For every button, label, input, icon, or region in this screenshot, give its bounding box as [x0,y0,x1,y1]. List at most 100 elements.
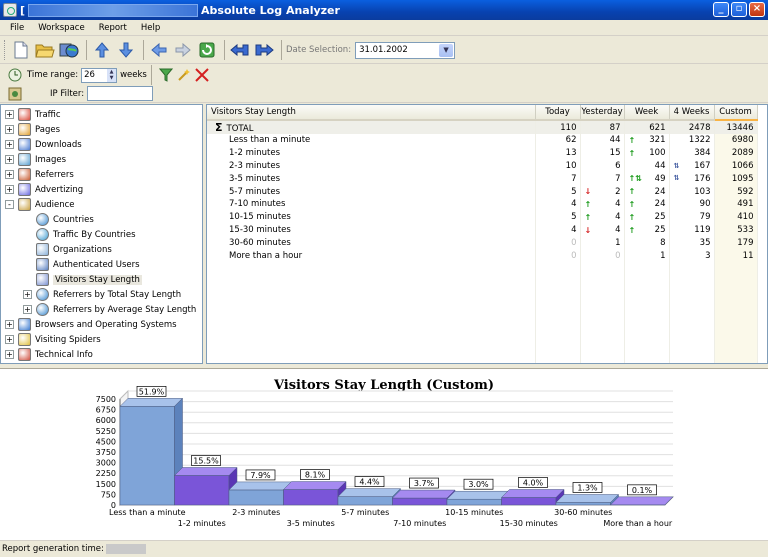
trend-up-icon: ↑ [628,136,636,145]
x-tick-label: 30-60 minutes [554,508,612,517]
cell-value: 6 [615,160,621,171]
tree-item[interactable]: + Referrers [5,167,74,182]
trend-down-icon: ↓ [584,187,592,197]
title-bar[interactable]: [ Absolute Log Analyzer _ ▫ × [0,0,768,20]
edit-filter-button[interactable] [176,67,192,83]
tree-item[interactable]: + Referrers by Average Stay Length [23,302,196,317]
expand-icon[interactable]: + [5,350,14,359]
column-header-today[interactable]: Today [535,105,581,121]
tree-item[interactable]: - Audience [5,197,74,212]
previous-report-button[interactable] [229,39,251,61]
table-row[interactable]: 1-2 minutes 13 15 ↑ 100 384 2089 [207,146,758,160]
close-button[interactable]: × [749,2,765,17]
date-selection-dropdown[interactable]: 31.01.2002 ▼ [355,41,456,59]
table-row[interactable]: Less than a minute 62 44 ↑ 321 1322 6980 [207,134,758,147]
clock-icon[interactable] [8,68,22,82]
table-row[interactable]: 3-5 minutes 7 7 ↑⇅ 49 ⇅ 176 1095 [207,172,758,186]
filter-icon [158,68,173,82]
apply-filter-button[interactable] [158,67,174,83]
collapse-icon[interactable]: - [5,200,14,209]
tree-item[interactable]: + Downloads [5,137,82,152]
tree-item[interactable]: Visitors Stay Length [23,272,142,287]
audience-icon [18,198,31,211]
spinner-arrows-icon[interactable]: ▲ ▼ [107,68,117,82]
ip-filter-input[interactable] [87,86,154,101]
open-button[interactable] [34,39,56,61]
table-cell: 6980 [714,134,758,147]
new-button[interactable] [10,39,32,61]
y-tick-label: 7500 [96,395,116,404]
expand-icon[interactable]: + [5,185,14,194]
move-down-button[interactable] [115,39,137,61]
tree-item[interactable]: + Technical Info [5,347,93,362]
table-row[interactable]: 7-10 minutes 4 ↑ 4 ↑ 24 90 491 [207,197,758,211]
expand-icon[interactable]: + [5,125,14,134]
table-cell: 533 [714,223,758,237]
expand-icon[interactable]: + [5,110,14,119]
expand-icon[interactable]: + [5,320,14,329]
tree-item[interactable]: + Traffic [5,107,61,122]
refresh-button[interactable] [196,39,218,61]
table-row[interactable]: More than a hour 0 0 1 3 11 [207,249,758,262]
table-row[interactable]: 15-30 minutes 4 ↓ 4 ↑ 25 119 533 [207,223,758,237]
previous-report-icon [230,43,249,57]
expand-icon[interactable]: + [23,290,32,299]
tree-item[interactable]: + Images [5,152,66,167]
report-tree[interactable]: + Traffic + Pages + Downloads + Images + Referrer… [0,104,203,364]
expand-icon[interactable]: + [5,335,14,344]
expand-icon[interactable]: + [23,305,32,314]
web-button[interactable] [58,39,80,61]
menu-help[interactable]: Help [141,23,160,33]
report-grid[interactable]: Visitors Stay Length Today Yesterday Wee… [206,104,768,364]
tree-item[interactable]: + Visiting Spiders [5,332,101,347]
ip-filter-icon[interactable] [8,87,22,101]
next-report-button[interactable] [253,39,275,61]
column-header-yesterday[interactable]: Yesterday [580,105,625,121]
trend-up-icon: ↑ [628,212,636,222]
tree-item[interactable]: + Browsers and Operating Systems [5,317,177,332]
chevron-down-icon[interactable]: ▼ [439,43,454,57]
bar [392,497,448,506]
y-tick-label: 3750 [96,448,116,457]
app-icon[interactable] [3,3,17,17]
forward-button[interactable] [172,39,194,61]
table-cell: 8 [624,236,670,250]
cell-value: 1 [660,250,666,261]
table-row[interactable]: 10-15 minutes 5 ↑ 4 ↑ 25 79 410 [207,210,758,224]
clear-filter-button[interactable] [194,67,210,83]
table-row-total[interactable]: Σ TOTAL 110 87 621 2478 13446 [207,120,758,134]
tree-item[interactable]: Traffic By Countries [23,227,136,242]
tree-item-label: Referrers [35,169,74,180]
minimize-button[interactable]: _ [713,2,729,17]
tree-item[interactable]: + Pages [5,122,60,137]
column-header-name[interactable]: Visitors Stay Length [207,105,536,121]
tree-item[interactable]: + Referrers by Total Stay Length [23,287,181,302]
table-row[interactable]: 30-60 minutes 0 1 8 35 179 [207,236,758,250]
cell-value: 7 [571,173,577,184]
menu-workspace[interactable]: Workspace [38,23,84,33]
column-header-4-weeks[interactable]: 4 Weeks [669,105,715,121]
maximize-button[interactable]: ▫ [731,2,747,17]
table-cell: ↑ 4 [580,210,625,224]
tree-item[interactable]: Organizations [23,242,112,257]
time-range-spinner[interactable]: 26 ▲ ▼ [81,67,118,83]
data-label: 7.9% [250,471,271,480]
table-row[interactable]: 5-7 minutes 5 ↓ 2 ↑ 24 103 592 [207,185,758,198]
column-header-custom[interactable]: Custom [714,105,758,121]
column-header-week[interactable]: Week [624,105,670,121]
expand-icon[interactable]: + [5,140,14,149]
toolbar-grip[interactable] [4,40,7,60]
tree-item[interactable]: Authenticated Users [23,257,140,272]
expand-icon[interactable]: + [5,155,14,164]
move-up-button[interactable] [91,39,113,61]
tree-item[interactable]: Countries [23,212,94,227]
menu-file[interactable]: File [10,23,24,33]
tree-item[interactable]: + Advertizing [5,182,83,197]
expand-icon[interactable]: + [5,170,14,179]
tree-item-label: Images [35,154,67,165]
table-row[interactable]: 2-3 minutes 10 6 44 ⇅ 167 1066 [207,159,758,173]
back-button[interactable] [148,39,170,61]
cell-value: 11 [742,250,754,261]
menu-report[interactable]: Report [99,23,127,33]
cell-value: 6980 [731,135,754,146]
